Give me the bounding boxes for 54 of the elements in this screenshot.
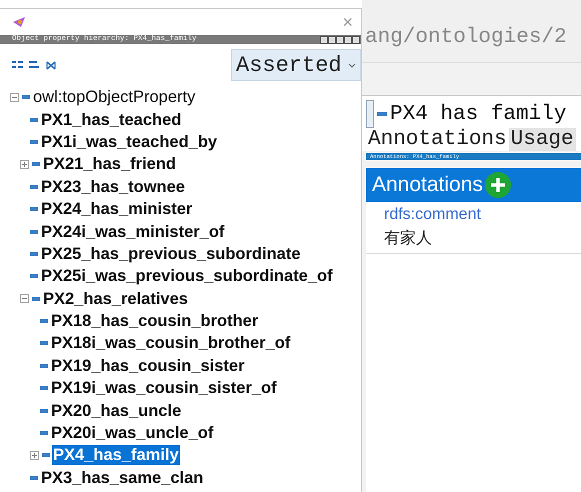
tab[interactable]: Usage (508, 128, 576, 151)
property-icon (30, 140, 38, 144)
caret-icon (348, 62, 356, 68)
view-controls-icon (320, 36, 360, 44)
tree-item[interactable]: PX20_has_uncle (50, 400, 182, 421)
property-icon (42, 453, 50, 458)
mode-dropdown[interactable]: Asserted (231, 49, 361, 81)
tree-item[interactable]: PX20i_was_uncle_of (50, 423, 214, 444)
tree-item[interactable]: PX1i_was_teached_by (40, 132, 218, 152)
tree-item[interactable]: PX23_has_townee (40, 176, 186, 197)
property-icon (40, 341, 48, 346)
tree-item[interactable]: PX3_has_same_clan (40, 468, 204, 488)
property-icon (377, 112, 387, 116)
tree-item[interactable]: PX18i_was_cousin_brother_of (50, 333, 292, 354)
tree-item[interactable]: owl:topObjectProperty (32, 87, 196, 108)
tree-item[interactable]: PX25i_was_previous_subordinate_of (40, 266, 334, 286)
grip-icon (366, 100, 374, 128)
property-icon (30, 274, 38, 278)
tree-item[interactable]: PX21_has_friend (42, 154, 177, 174)
property-icon (30, 118, 38, 122)
annotation-property-link[interactable]: rdfs:comment (384, 206, 581, 224)
tree-item[interactable]: PX24i_was_minister_of (40, 222, 226, 242)
app-logo-icon (12, 16, 26, 28)
tree-item[interactable]: PX2_has_relatives (42, 288, 189, 309)
property-icon (40, 408, 48, 413)
tree-item[interactable]: PX25_has_previous_subordinate (40, 244, 302, 264)
tree-item[interactable]: PX4_has_family (52, 445, 180, 466)
section-header: Annotations (372, 173, 483, 197)
expand-icon[interactable] (30, 450, 39, 460)
tree-item[interactable]: PX24_has_minister (40, 199, 194, 220)
collapse-icon[interactable] (10, 92, 19, 102)
expand-icon[interactable] (20, 160, 29, 169)
property-icon (30, 207, 38, 212)
property-icon (40, 431, 48, 436)
tree-item[interactable]: PX19_has_cousin_sister (50, 356, 246, 376)
property-icon (40, 386, 48, 390)
property-icon (32, 162, 40, 166)
add-sibling-property-icon[interactable] (29, 61, 40, 69)
collapse-icon[interactable] (20, 294, 29, 304)
tree-item[interactable]: PX1_has_teached (40, 110, 182, 130)
add-icon[interactable] (484, 172, 511, 198)
tree-item[interactable]: PX19i_was_cousin_sister_of (50, 378, 278, 398)
property-icon (22, 95, 30, 100)
tree-item[interactable]: PX18_has_cousin_brother (50, 311, 260, 332)
property-icon (30, 252, 38, 256)
add-sub-property-icon[interactable] (12, 61, 23, 69)
property-icon (40, 364, 48, 368)
property-icon (40, 319, 48, 324)
property-icon (32, 296, 40, 301)
annotation-value: 有家人 (384, 228, 433, 249)
property-icon (30, 230, 38, 234)
property-icon (30, 476, 38, 480)
entity-title: PX4 has family (390, 102, 566, 126)
property-icon (30, 184, 38, 189)
